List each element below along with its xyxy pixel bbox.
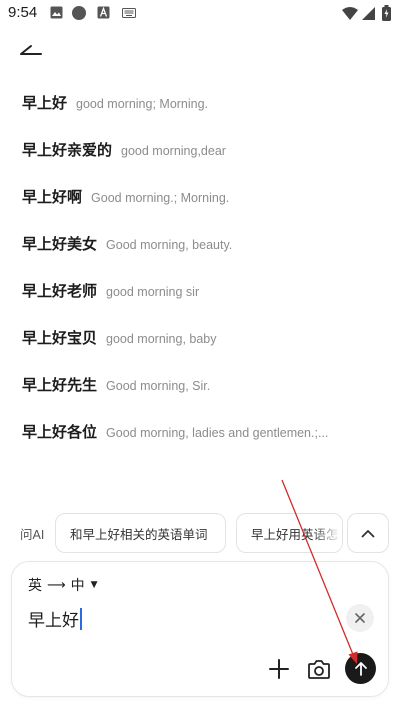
query-input[interactable]: 早上好 [28,606,82,631]
suggestion-zh: 早上好各位 [22,423,98,441]
suggestion-item[interactable]: 早上好啊 Good morning.; Morning. [22,186,372,212]
language-selector[interactable]: 英 ⟶ 中 ▼ [28,575,98,595]
suggestion-zh: 早上好宝贝 [22,329,98,347]
keyboard-icon [122,8,136,18]
status-bar: 9:54 [0,0,400,28]
camera-icon[interactable] [307,658,331,680]
plus-icon[interactable] [268,658,290,680]
ai-chip-how-to-say[interactable]: 早上好用英语怎 [236,513,343,553]
ask-ai-bar: 问AI 和早上好相关的英语单词 早上好用英语怎 [0,513,400,553]
suggestion-en: Good morning, ladies and gentlemen.;... [106,426,329,440]
ai-chip-related-words[interactable]: 和早上好相关的英语单词 [55,513,226,553]
lang-direction-arrow: ⟶ [47,577,66,593]
suggestion-en: good morning; Morning. [76,97,209,111]
arrow-up-icon [354,661,367,676]
close-icon [355,613,365,623]
suggestion-item[interactable]: 早上好各位 Good morning, ladies and gentlemen… [22,421,372,447]
suggestion-item[interactable]: 早上好亲爱的 good morning,dear [22,139,372,165]
suggestion-item[interactable]: 早上好 good morning; Morning. [22,92,372,118]
source-language: 英 [28,578,42,594]
battery-icon [382,5,391,21]
suggestion-item[interactable]: 早上好先生 Good morning, Sir. [22,374,372,400]
back-arrow-icon[interactable] [18,38,44,56]
suggestion-en: good morning sir [106,285,200,299]
suggestion-en: Good morning.; Morning. [91,191,230,205]
suggestion-en: good morning,dear [121,144,226,158]
text-cursor [80,607,82,630]
suggestion-zh: 早上好美女 [22,235,98,253]
clear-button[interactable] [346,604,374,632]
chevron-up-icon [361,529,375,537]
suggestion-zh: 早上好啊 [22,188,83,206]
suggestion-item[interactable]: 早上好美女 Good morning, beauty. [22,233,372,259]
caret-down-icon: ▼ [90,580,98,590]
text-a-icon [97,6,110,19]
collapse-button[interactable] [347,513,389,553]
target-language: 中 [70,578,85,594]
image-icon [50,6,63,19]
suggestion-en: good morning, baby [106,332,217,346]
signal-icon [362,7,375,20]
wifi-icon [342,7,358,20]
translation-input-card: 英 ⟶ 中 ▼ 早上好 [11,561,389,697]
suggestion-item[interactable]: 早上好宝贝 good morning, baby [22,327,372,353]
ai-chip-label: 和早上好相关的英语单词 [70,526,208,542]
suggestion-en: Good morning, beauty. [106,238,233,252]
query-text: 早上好 [28,611,79,631]
send-button[interactable] [345,653,376,684]
dot-icon [72,6,86,20]
suggestion-en: Good morning, Sir. [106,379,211,393]
status-time: 9:54 [8,4,38,21]
suggestion-zh: 早上好先生 [22,376,98,394]
ask-ai-label: 问AI [20,528,45,542]
suggestion-zh: 早上好亲爱的 [22,141,113,159]
suggestion-item[interactable]: 早上好老师 good morning sir [22,280,372,306]
suggestion-zh: 早上好 [22,94,68,112]
suggestion-zh: 早上好老师 [22,282,98,300]
